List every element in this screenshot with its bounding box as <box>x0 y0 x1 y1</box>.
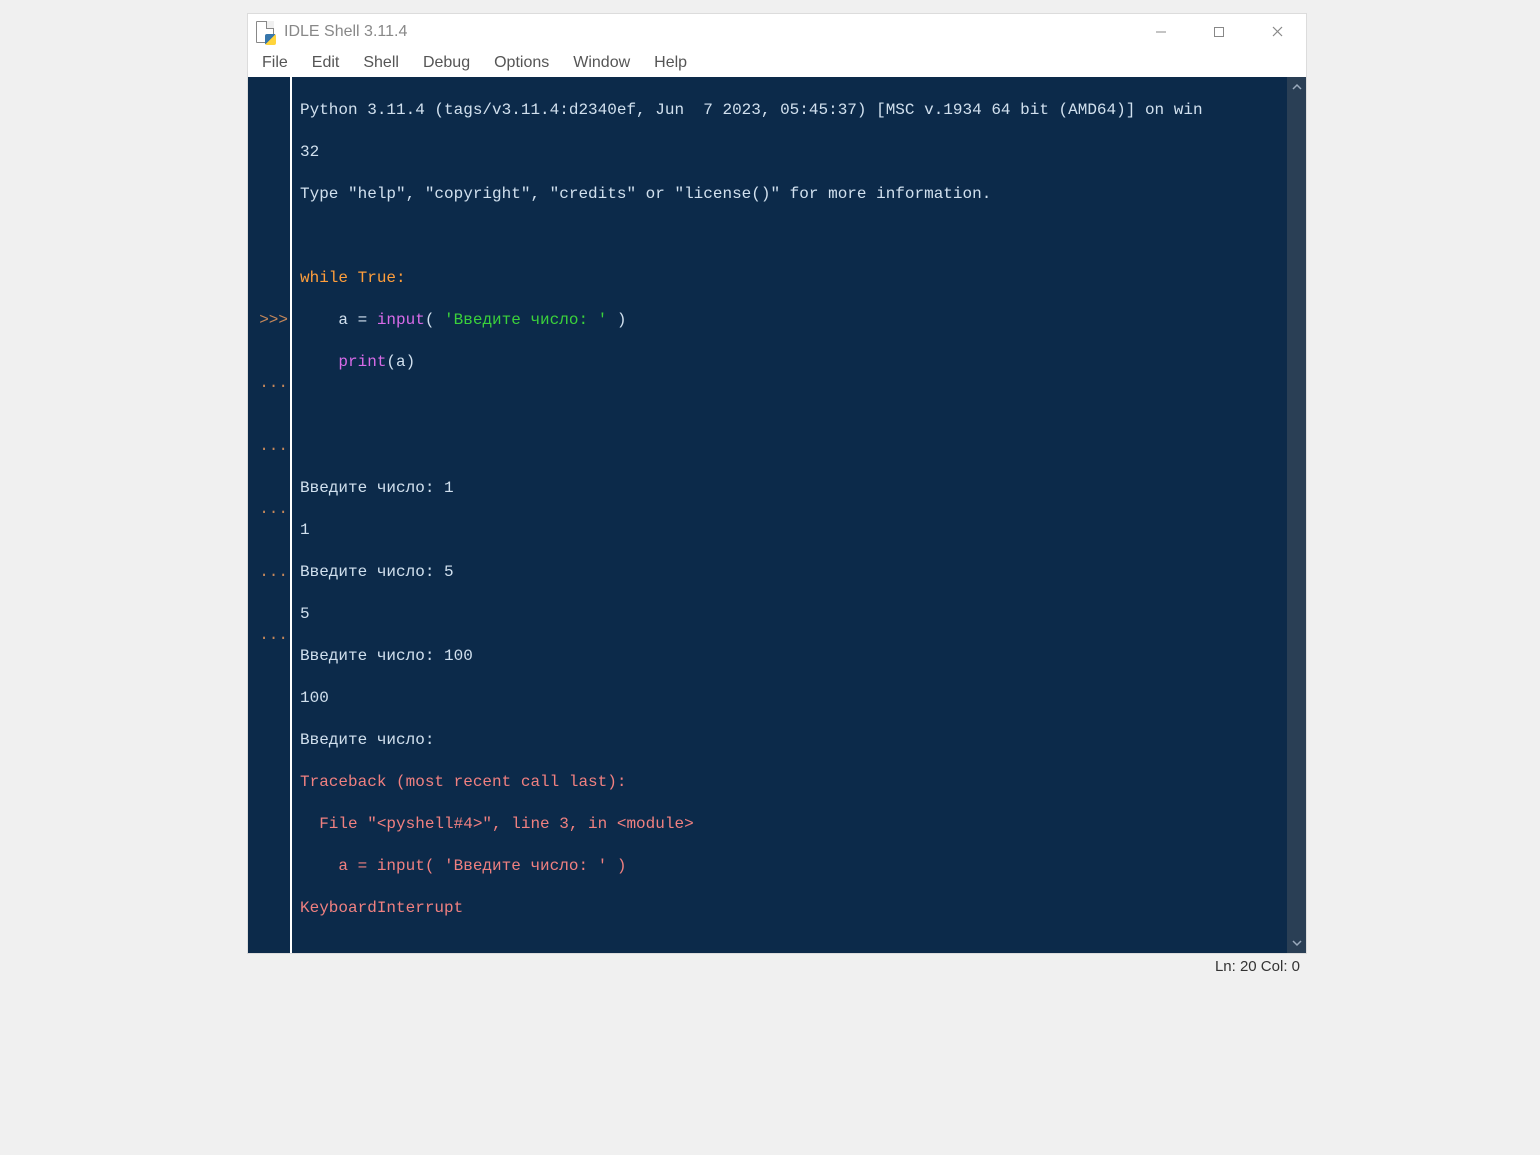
menu-edit[interactable]: Edit <box>302 52 350 74</box>
maximize-button[interactable] <box>1190 14 1248 49</box>
colon: : <box>396 269 406 287</box>
window-controls <box>1132 14 1306 49</box>
gutter-cont: ... <box>248 436 290 457</box>
chevron-up-icon <box>1292 82 1302 92</box>
code-line: a = input( 'Введите число: ' ) <box>300 310 1281 331</box>
gutter-line <box>248 247 290 268</box>
menu-debug[interactable]: Debug <box>413 52 480 74</box>
gutter-line <box>248 877 290 898</box>
gutter-line <box>248 940 290 953</box>
chevron-down-icon <box>1292 938 1302 948</box>
blank-line <box>300 226 1281 247</box>
idle-window: IDLE Shell 3.11.4 File Edit Shell Debug … <box>247 13 1307 954</box>
code-text: (a) <box>386 353 415 371</box>
paren: ) <box>607 311 626 329</box>
gutter-line <box>248 184 290 205</box>
blank-line <box>300 394 1281 415</box>
menu-window[interactable]: Window <box>563 52 640 74</box>
io-line: 1 <box>300 520 1281 541</box>
prompt-gutter: >>> ... ... ... ... ... >>> <box>248 77 292 953</box>
traceback-line: Traceback (most recent call last): <box>300 772 1281 793</box>
close-button[interactable] <box>1248 14 1306 49</box>
indent <box>300 353 338 371</box>
minimize-icon <box>1155 26 1167 38</box>
python-file-icon <box>256 21 274 43</box>
banner-line: Type "help", "copyright", "credits" or "… <box>300 184 1281 205</box>
code-line: while True: <box>300 268 1281 289</box>
code-text: a = <box>300 311 377 329</box>
shell-text[interactable]: Python 3.11.4 (tags/v3.11.4:d2340ef, Jun… <box>292 77 1287 953</box>
gutter-cont: ... <box>248 499 290 520</box>
io-line: 100 <box>300 688 1281 709</box>
io-line: Введите число: 100 <box>300 646 1281 667</box>
io-line: 5 <box>300 604 1281 625</box>
titlebar[interactable]: IDLE Shell 3.11.4 <box>248 14 1306 49</box>
gutter-line <box>248 751 290 772</box>
gutter-line <box>248 121 290 142</box>
traceback-line: a = input( 'Введите число: ' ) <box>300 856 1281 877</box>
status-bar: Ln: 20 Col: 0 <box>1215 958 1300 975</box>
traceback-line: File "<pyshell#4>", line 3, in <module> <box>300 814 1281 835</box>
editor-area: >>> ... ... ... ... ... >>> Python 3.11.… <box>248 77 1306 953</box>
close-icon <box>1271 25 1284 38</box>
banner-line: Python 3.11.4 (tags/v3.11.4:d2340ef, Jun… <box>300 100 1281 121</box>
gutter-prompt: >>> <box>248 310 290 331</box>
gutter-line <box>248 688 290 709</box>
menu-file[interactable]: File <box>252 52 298 74</box>
builtin-print: print <box>338 353 386 371</box>
vertical-scrollbar[interactable] <box>1287 77 1306 953</box>
scroll-down-button[interactable] <box>1287 933 1306 953</box>
minimize-button[interactable] <box>1132 14 1190 49</box>
maximize-icon <box>1213 26 1225 38</box>
menu-options[interactable]: Options <box>484 52 559 74</box>
menubar: File Edit Shell Debug Options Window Hel… <box>248 49 1306 77</box>
paren: ( <box>425 311 444 329</box>
window-title: IDLE Shell 3.11.4 <box>284 23 407 41</box>
traceback-line: KeyboardInterrupt <box>300 898 1281 919</box>
blank-line <box>300 436 1281 457</box>
gutter-cont: ... <box>248 625 290 646</box>
keyword-while: while <box>300 269 348 287</box>
gutter-line <box>248 814 290 835</box>
builtin-input: input <box>377 311 425 329</box>
keyword-true: True <box>358 269 396 287</box>
io-line: Введите число: 1 <box>300 478 1281 499</box>
banner-line: 32 <box>300 142 1281 163</box>
scroll-up-button[interactable] <box>1287 77 1306 97</box>
gutter-cont: ... <box>248 562 290 583</box>
gutter-cont: ... <box>248 373 290 394</box>
menu-shell[interactable]: Shell <box>353 52 409 74</box>
io-line: Введите число: 5 <box>300 562 1281 583</box>
blank-line <box>300 940 1281 953</box>
menu-help[interactable]: Help <box>644 52 697 74</box>
cursor-position: Ln: 20 Col: 0 <box>1215 958 1300 975</box>
io-line: Введите число: <box>300 730 1281 751</box>
code-line: print(a) <box>300 352 1281 373</box>
string-literal: 'Введите число: ' <box>444 311 607 329</box>
